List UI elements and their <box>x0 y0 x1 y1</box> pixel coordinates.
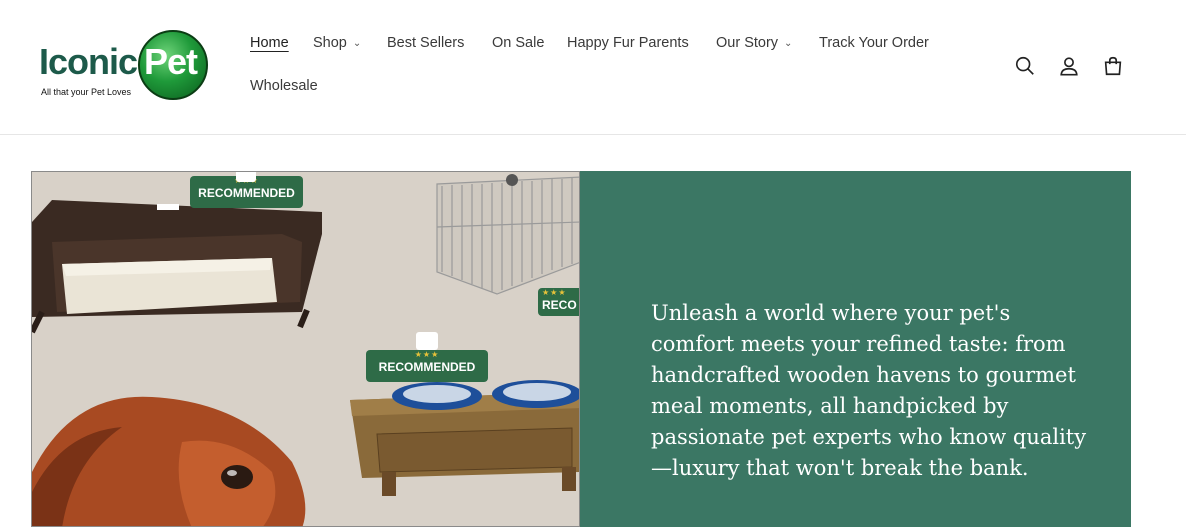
cart-icon <box>1104 56 1122 76</box>
search-button[interactable] <box>1011 52 1039 80</box>
cart-button[interactable] <box>1099 52 1127 80</box>
hero-text-panel: Unleash a world where your pet's comfort… <box>580 171 1131 527</box>
chevron-down-icon: ⌄ <box>352 38 362 49</box>
nav-shop[interactable]: Shop ⌄ <box>313 30 361 58</box>
nav-on-sale[interactable]: On Sale <box>492 30 544 56</box>
badge-stars-bowls: ★★★ <box>414 350 440 359</box>
recommended-badge-bowls: ★★★ RECOMMENDED <box>366 350 488 382</box>
badge-label-partial: RECO <box>542 298 577 312</box>
dog-image <box>32 396 306 526</box>
site-header: Iconic Pet All that your Pet Loves Home … <box>0 0 1186 135</box>
nav-track-your-order[interactable]: Track Your Order <box>819 30 929 56</box>
logo-name-part2: Pet <box>144 41 198 82</box>
nav-shop-label: Shop <box>313 35 347 51</box>
pet-playpen <box>436 174 579 295</box>
nav-home[interactable]: Home <box>250 30 289 56</box>
raised-bowl-stand <box>350 380 579 496</box>
account-icon <box>1060 57 1078 76</box>
nav-wholesale[interactable]: Wholesale <box>250 73 318 99</box>
thumbs-up-icon <box>416 332 438 350</box>
nav-best-sellers[interactable]: Best Sellers <box>387 30 464 56</box>
nav-happy-fur-parents[interactable]: Happy Fur Parents <box>567 30 689 56</box>
account-button[interactable] <box>1055 52 1083 80</box>
search-icon <box>1015 56 1034 75</box>
nav-happy-fur-parents-label: Happy Fur Parents <box>567 35 689 51</box>
hero-banner: ★★★ RECOMMENDED ★★★ RECO ★★★ RECOMMENDED… <box>31 171 1131 527</box>
nav-track-your-order-label: Track Your Order <box>819 35 929 51</box>
nav-on-sale-label: On Sale <box>492 35 545 51</box>
chevron-down-icon: ⌄ <box>784 38 793 49</box>
nav-our-story[interactable]: Our Story ⌄ <box>716 30 792 58</box>
nav-our-story-label: Our Story <box>716 35 779 51</box>
hero-product-collage <box>32 174 579 526</box>
nav-wholesale-label: Wholesale <box>250 78 318 94</box>
logo-name-part1: Iconic <box>39 41 138 82</box>
thumbs-up-icon <box>236 172 256 182</box>
rattan-pet-bed <box>32 200 322 334</box>
hero-image: ★★★ RECOMMENDED ★★★ RECO ★★★ RECOMMENDED <box>31 171 580 527</box>
hero-heading: Unleash a world where your pet's comfort… <box>651 301 1087 480</box>
badge-label-bowls: RECOMMENDED <box>378 360 476 374</box>
logo[interactable]: Iconic Pet All that your Pet Loves <box>36 28 212 104</box>
nav-home-label: Home <box>250 35 289 51</box>
nav-best-sellers-label: Best Sellers <box>387 35 465 51</box>
badge-stars-partial: ★★★ <box>542 288 567 297</box>
recommended-badge-partial: ★★★ RECO <box>538 288 579 316</box>
logo-tagline: All that your Pet Loves <box>41 87 132 97</box>
badge-label: RECOMMENDED <box>198 186 295 200</box>
